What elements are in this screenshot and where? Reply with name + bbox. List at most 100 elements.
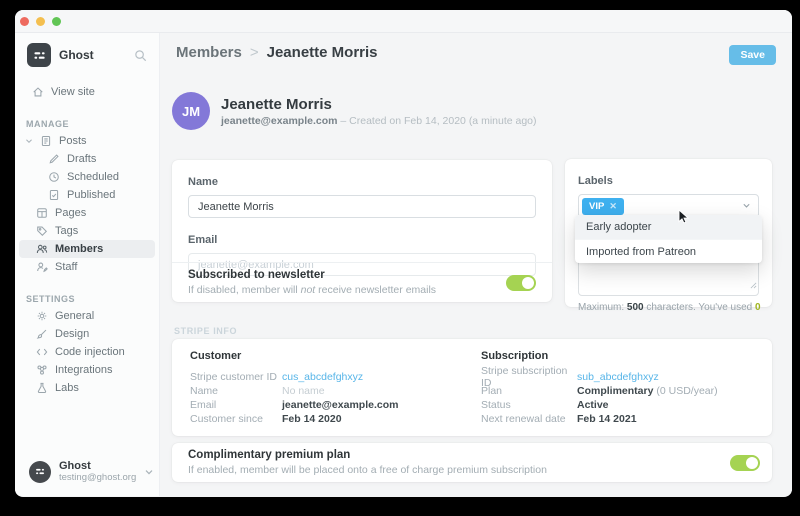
- staff-icon: [36, 261, 48, 273]
- row-label: Next renewal date: [481, 413, 577, 425]
- breadcrumb-members-link[interactable]: Members: [176, 44, 242, 61]
- close-window-button[interactable]: [20, 17, 29, 26]
- save-button[interactable]: Save: [729, 45, 776, 65]
- ghost-logo-icon[interactable]: [27, 43, 51, 67]
- stripe-subscription-id-link[interactable]: sub_abcdefghxyz: [577, 371, 659, 383]
- ghost-logo-icon: [29, 461, 51, 483]
- home-icon: [32, 86, 44, 98]
- sidebar-account[interactable]: Ghost testing@ghost.org: [15, 450, 159, 496]
- sidebar-item-label: Posts: [59, 135, 87, 147]
- row-label: Email: [190, 399, 282, 411]
- app-window: Ghost View site MANAGE Posts: [15, 10, 792, 497]
- customer-since-value: Feb 14 2020: [282, 413, 342, 425]
- sidebar-item-drafts[interactable]: Drafts: [19, 150, 155, 168]
- renewal-date-value: Feb 14 2021: [577, 413, 637, 425]
- design-icon: [36, 328, 48, 340]
- gear-icon: [36, 310, 48, 322]
- main-content: Members > Jeanette Morris Save JM Jeanet…: [160, 33, 792, 496]
- label-tag-text: VIP: [589, 201, 604, 212]
- code-icon: [36, 346, 48, 358]
- sidebar: Ghost View site MANAGE Posts: [15, 33, 160, 496]
- chevron-down-icon[interactable]: [742, 197, 751, 215]
- avatar: JM: [172, 92, 210, 130]
- stripe-customer-column: Customer Stripe customer IDcus_abcdefghx…: [190, 350, 481, 436]
- sidebar-header: Ghost: [15, 33, 159, 67]
- sidebar-item-label: Scheduled: [67, 171, 119, 183]
- sidebar-item-integrations[interactable]: Integrations: [19, 361, 155, 379]
- window-titlebar: [15, 10, 792, 33]
- member-details-card: Name Email Subscribed to newsletter If d…: [172, 160, 552, 302]
- integrations-icon: [36, 364, 48, 376]
- status-value: Active: [577, 399, 609, 411]
- row-label: Stripe customer ID: [190, 371, 282, 383]
- subscription-heading: Subscription: [481, 350, 772, 362]
- breadcrumb-separator: >: [250, 44, 259, 61]
- labels-label: Labels: [578, 175, 613, 187]
- sidebar-item-pages[interactable]: Pages: [19, 204, 155, 222]
- minimize-window-button[interactable]: [36, 17, 45, 26]
- view-site-label: View site: [51, 86, 95, 98]
- customer-email-value: jeanette@example.com: [282, 399, 398, 411]
- row-label: Status: [481, 399, 577, 411]
- row-label: Customer since: [190, 413, 282, 425]
- newsletter-toggle[interactable]: [506, 275, 536, 291]
- char-counter: Maximum: 500 characters. You've used 0: [578, 302, 759, 313]
- stripe-customer-id-link[interactable]: cus_abcdefghxyz: [282, 371, 363, 383]
- sidebar-item-label: Design: [55, 328, 89, 340]
- name-input[interactable]: [188, 195, 536, 218]
- sidebar-item-label: Staff: [55, 261, 77, 273]
- drafts-icon: [48, 153, 60, 165]
- members-icon: [36, 243, 48, 255]
- published-icon: [48, 189, 60, 201]
- chevron-down-icon[interactable]: [144, 467, 154, 477]
- sidebar-item-staff[interactable]: Staff: [19, 258, 155, 276]
- sidebar-item-view-site[interactable]: View site: [15, 83, 159, 101]
- sidebar-item-label: Members: [55, 243, 103, 255]
- member-name: Jeanette Morris: [221, 96, 537, 113]
- search-icon[interactable]: [134, 49, 147, 62]
- sidebar-item-published[interactable]: Published: [19, 186, 155, 204]
- labels-dropdown: Early adopter Imported from Patreon: [575, 215, 762, 263]
- tags-icon: [36, 225, 48, 237]
- breadcrumb: Members > Jeanette Morris: [176, 44, 378, 61]
- sidebar-item-label: Pages: [55, 207, 86, 219]
- scheduled-icon: [48, 171, 60, 183]
- sidebar-item-design[interactable]: Design: [19, 325, 155, 343]
- sidebar-item-label: Labs: [55, 382, 79, 394]
- sidebar-item-members[interactable]: Members: [19, 240, 155, 258]
- section-title-manage: MANAGE: [15, 119, 159, 129]
- member-email: jeanette@example.com: [221, 115, 337, 127]
- plan-value: Complimentary (0 USD/year): [577, 385, 718, 397]
- pages-icon: [36, 207, 48, 219]
- sidebar-item-scheduled[interactable]: Scheduled: [19, 168, 155, 186]
- newsletter-title: Subscribed to newsletter: [188, 269, 436, 282]
- member-profile: JM Jeanette Morris jeanette@example.com …: [172, 92, 537, 130]
- page-title: Jeanette Morris: [267, 44, 378, 61]
- name-label: Name: [188, 176, 218, 188]
- zoom-window-button[interactable]: [52, 17, 61, 26]
- sidebar-item-code-injection[interactable]: Code injection: [19, 343, 155, 361]
- sidebar-item-labs[interactable]: Labs: [19, 379, 155, 397]
- sidebar-item-posts[interactable]: Posts: [19, 132, 155, 150]
- sidebar-item-general[interactable]: General: [19, 307, 155, 325]
- email-label: Email: [188, 234, 217, 246]
- label-tag-vip: VIP ✕: [582, 198, 624, 215]
- resize-handle-icon[interactable]: [750, 276, 757, 294]
- account-email: testing@ghost.org: [59, 472, 136, 483]
- chevron-down-icon[interactable]: [25, 137, 33, 145]
- close-icon[interactable]: ✕: [609, 201, 617, 212]
- complimentary-plan-card: Complimentary premium plan If enabled, m…: [172, 443, 772, 482]
- section-title-settings: SETTINGS: [15, 294, 159, 304]
- row-label: Name: [190, 385, 282, 397]
- customer-heading: Customer: [190, 350, 481, 362]
- complimentary-title: Complimentary premium plan: [188, 449, 547, 462]
- stripe-section-label: STRIPE INFO: [174, 326, 237, 336]
- dropdown-option-early-adopter[interactable]: Early adopter: [575, 215, 762, 239]
- stripe-info-card: Customer Stripe customer IDcus_abcdefghx…: [172, 339, 772, 436]
- sidebar-item-tags[interactable]: Tags: [19, 222, 155, 240]
- dropdown-option-imported-from-patreon[interactable]: Imported from Patreon: [575, 239, 762, 263]
- app-name: Ghost: [59, 48, 94, 62]
- stripe-subscription-column: Subscription Stripe subscription IDsub_a…: [481, 350, 772, 436]
- sidebar-item-label: Integrations: [55, 364, 112, 376]
- complimentary-toggle[interactable]: [730, 455, 760, 471]
